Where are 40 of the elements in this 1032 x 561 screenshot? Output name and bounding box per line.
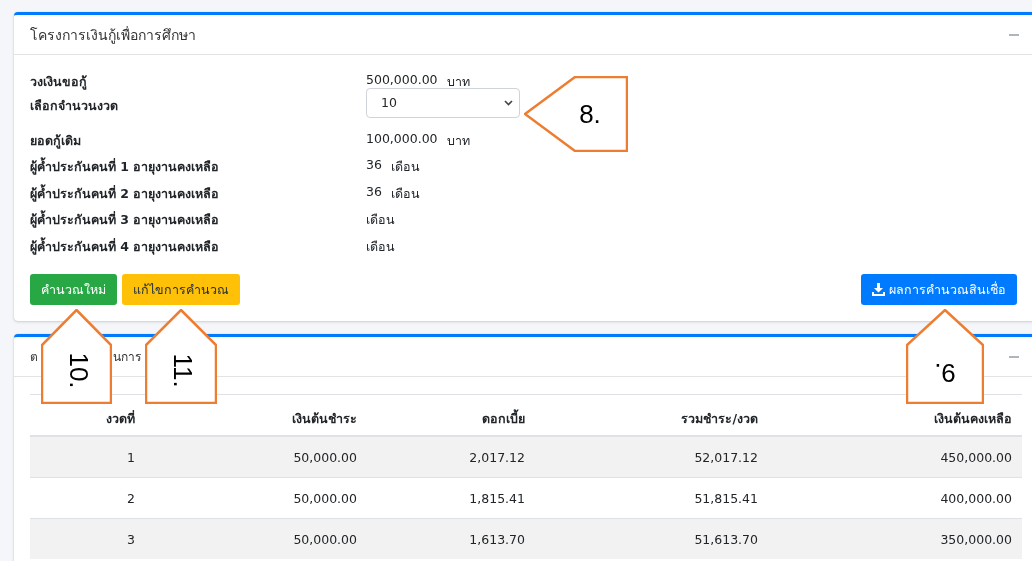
field-label: วงเงินขอกู้ — [30, 73, 88, 92]
field-label: ผู้ค้ำประกันคนที่ 3 อายุงานคงเหลือ — [30, 210, 221, 230]
callout-marker: 8. — [524, 76, 628, 152]
field-value: 100,000.00 — [366, 130, 438, 148]
chevron-down-icon — [504, 99, 513, 106]
field-label: ผู้ค้ำประกันคนที่ 1 อายุงานคงเหลือ — [30, 157, 221, 177]
unit-label: เดือน — [366, 211, 395, 230]
installments-select[interactable]: 10 — [366, 87, 520, 118]
field-value: 36 — [366, 157, 382, 175]
table-cell: 350,000.00 — [768, 518, 1022, 559]
unit-label: เดือน — [390, 184, 420, 203]
download-button[interactable]: ผลการคำนวณสินเชื่อ — [861, 274, 1017, 305]
card-title: ต — [30, 349, 38, 366]
table-cell: 51,613.70 — [535, 518, 768, 559]
field-label: ยอดกู้เดิม — [30, 131, 82, 151]
card-title: โครงการเงินกู้เพื่อการศึกษา — [30, 25, 196, 46]
table-cell: 2,017.12 — [367, 436, 535, 478]
table-cell: 3 — [30, 518, 145, 559]
download-icon — [872, 283, 885, 296]
unit-label: เดือน — [390, 158, 420, 177]
field-value: 500,000.00 — [366, 72, 438, 90]
callout-marker: 11. — [145, 309, 217, 404]
unit-label: เดือน — [366, 237, 395, 256]
table-cell: 1,613.70 — [367, 518, 535, 559]
field-value: 36 — [366, 183, 382, 201]
field-label: ผู้ค้ำประกันคนที่ 4 อายุงานคงเหลือ — [30, 236, 221, 257]
collapse-icon[interactable] — [1009, 33, 1019, 36]
collapse-icon[interactable] — [1009, 355, 1019, 358]
field-label: เลือกจำนวนงวด — [30, 96, 119, 115]
table-cell: 1 — [30, 436, 145, 478]
table-cell: 50,000.00 — [145, 436, 367, 478]
action-button[interactable]: แก้ไขการคำนวณ — [122, 274, 240, 305]
callout-marker: 10. — [41, 309, 112, 404]
table-cell: 52,017.12 — [535, 436, 768, 478]
unit-label: บาท — [446, 131, 470, 150]
card-title: นการ — [113, 349, 141, 366]
callout-marker: 9. — [906, 309, 984, 404]
field-label: ผู้ค้ำประกันคนที่ 2 อายุงานคงเหลือ — [30, 183, 221, 204]
table-cell: 50,000.00 — [145, 518, 367, 559]
table-cell: 450,000.00 — [768, 436, 1022, 478]
